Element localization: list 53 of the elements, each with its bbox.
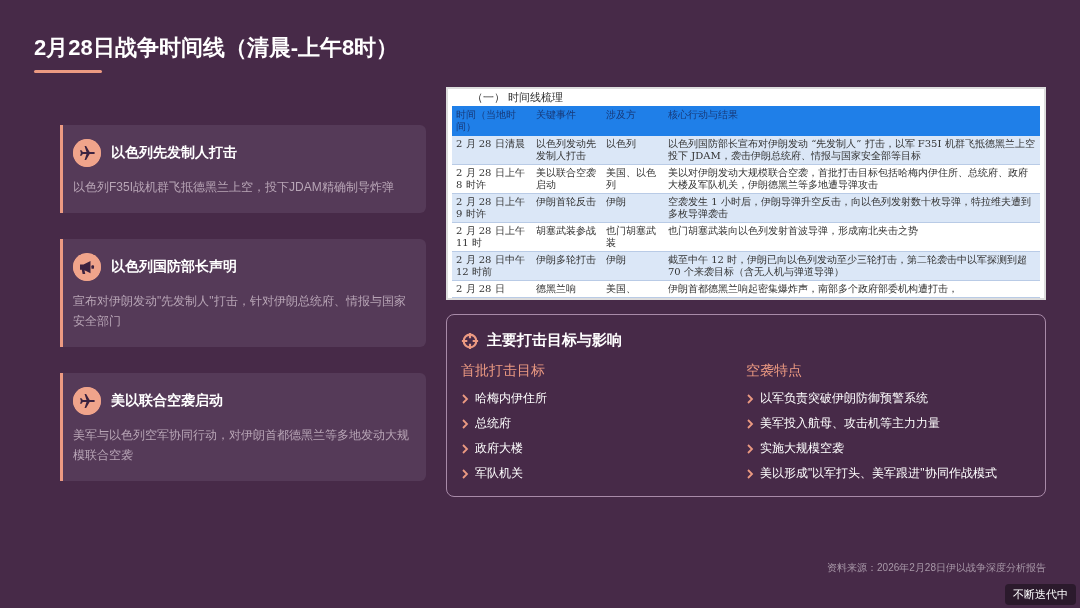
list-item: 美以形成"以军打头、美军跟进"协同作战模式 [760, 465, 997, 482]
group-heading: 空袭特点 [746, 362, 803, 380]
table-cell: 2 月 28 日上午 9 时许 [452, 194, 532, 223]
list-item: 哈梅内伊住所 [475, 390, 547, 407]
table-cell: 2 月 28 日清晨 [452, 136, 532, 165]
table-cell: 美国、 [602, 281, 664, 298]
table-cell: 伊朗首都德黑兰响起密集爆炸声，南部多个政府部委机构遭打击， [664, 281, 1040, 298]
list-item: 以军负责突破伊朗防御预警系统 [760, 390, 928, 407]
chevron-icon [461, 468, 469, 479]
event-title: 以色列先发制人打击 [111, 144, 237, 162]
card-title: 主要打击目标与影响 [487, 331, 622, 350]
group-heading: 首批打击目标 [461, 362, 546, 380]
event-title: 美以联合空袭启动 [111, 392, 223, 410]
chevron-icon [461, 393, 469, 404]
table-cell: 以色列国防部长宣布对伊朗发动 “先发制人” 打击，以军 F35I 机群飞抵德黑兰上空投下 JDAM，袭击伊朗总统府、情报与国家安全部等目标 [664, 136, 1040, 165]
table-cell: 伊朗首轮反击 [532, 194, 602, 223]
plane-icon [73, 387, 101, 415]
table-cell: 德黑兰响 [532, 281, 602, 298]
event-description: 以色列F35I战机群飞抵德黑兰上空，投下JDAM精确制导炸弹 [73, 179, 395, 196]
megaphone-icon [73, 253, 101, 281]
chevron-icon [746, 393, 754, 404]
list-item: 实施大规模空袭 [760, 440, 844, 457]
status-badge: 不断迭代中 [1005, 584, 1076, 605]
list-item: 美军投入航母、攻击机等主力力量 [760, 415, 940, 432]
table-cell: 以色列 [602, 136, 664, 165]
event-description: 美军与以色列空军协同行动，对伊朗首都德黑兰等多地发动大规模联合空袭 [73, 427, 410, 464]
column-header: 时间（当地时间） [452, 106, 532, 136]
table-cell: 以色列发动先发制人打击 [532, 136, 602, 165]
slide-title: 2月28日战争时间线（清晨-上午8时） [34, 34, 400, 62]
table-cell: 2 月 28 日 [452, 281, 532, 298]
table-cell: 伊朗 [602, 252, 664, 281]
document-heading: （一） 时间线梳理 [471, 90, 565, 106]
crosshair-icon [461, 331, 479, 350]
table-cell: 伊朗 [602, 194, 664, 223]
chevron-icon [746, 443, 754, 454]
table-cell: 2 月 28 日中午 12 时前 [452, 252, 532, 281]
table-cell: 空袭发生 1 小时后，伊朗导弹升空反击，向以色列发射数十枚导弹，特拉维夫遭到多枚导弹袭击 [664, 194, 1040, 223]
column-header: 核心行动与结果 [664, 106, 1040, 136]
table-cell: 伊朗多轮打击 [532, 252, 602, 281]
chevron-icon [746, 418, 754, 429]
table-cell: 截至中午 12 时，伊朗已向以色列发动至少三轮打击，第二轮袭击中以军探测到超 70 个来袭目标（含无人机与弹道导弹） [664, 252, 1040, 281]
chevron-icon [461, 443, 469, 454]
list-item: 总统府 [475, 415, 511, 432]
column-header: 关键事件 [532, 106, 602, 136]
column-header: 涉及方 [602, 106, 664, 136]
list-item: 军队机关 [475, 465, 523, 482]
source-note: 资料来源：2026年2月28日伊以战争深度分析报告 [827, 561, 1046, 575]
chevron-icon [746, 468, 754, 479]
plane-icon [73, 139, 101, 167]
event-description: 宣布对伊朗发动"先发制人"打击，针对伊朗总统府、情报与国家安全部门 [73, 293, 407, 330]
list-item: 政府大楼 [475, 440, 523, 457]
event-title: 以色列国防部长声明 [111, 258, 237, 276]
chevron-icon [461, 418, 469, 429]
